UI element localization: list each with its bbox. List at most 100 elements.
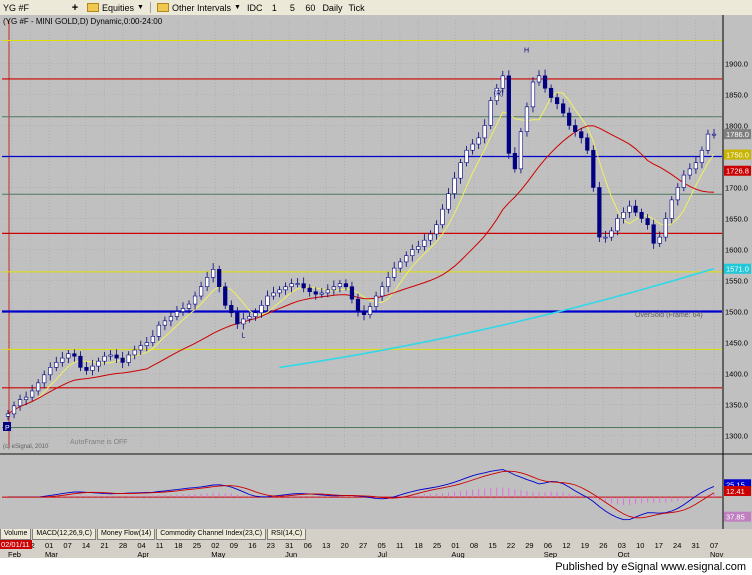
date-tick-label: 06 [304, 541, 312, 550]
date-tick-label: 10 [636, 541, 644, 550]
candle-body [555, 97, 560, 105]
price-tick-label: 1900.0 [725, 59, 748, 68]
candle-body [373, 295, 379, 307]
interval-5-button[interactable]: 5 [284, 2, 300, 13]
candle-body [579, 131, 584, 139]
candle-body [386, 277, 391, 288]
date-tick-label: 14 [82, 541, 90, 550]
candle-body [192, 295, 198, 305]
date-tick-label: 04 [137, 541, 145, 550]
candle-body [132, 349, 137, 356]
candle-body [675, 187, 680, 201]
candle-body [585, 137, 590, 151]
date-tick-label: 17 [655, 541, 663, 550]
candle-body [289, 283, 294, 288]
candle-body [205, 277, 210, 288]
candle-body [591, 149, 596, 188]
first-date-label: 02/01/11 [1, 540, 30, 549]
publisher-label: Published by eSignal www.esignal.com [555, 560, 746, 573]
candle-body [283, 286, 288, 291]
month-label: Sep [544, 550, 557, 558]
candle-body [651, 224, 656, 244]
candle-body [78, 355, 83, 368]
tab-cci[interactable]: Commodity Channel Index(23,C) [156, 529, 267, 540]
price-badge-label: 1786.0 [726, 130, 749, 139]
candle-body [367, 306, 373, 315]
candle-body [705, 133, 711, 151]
candle-body [422, 239, 427, 247]
date-tick-label: 22 [507, 541, 515, 550]
candle-body [108, 354, 113, 357]
indicator-tabs: Volume MACD(12,26,9,C) Money Flow(14) Co… [0, 529, 752, 540]
date-tick-label: 08 [470, 541, 478, 550]
candle-body [223, 286, 228, 306]
candle-body [609, 230, 614, 238]
date-tick-label: 21 [100, 541, 108, 550]
interval-daily-button[interactable]: Daily [320, 2, 344, 13]
chevron-down-icon: ▼ [234, 4, 241, 11]
candle-body [548, 87, 554, 98]
date-tick-label: 29 [525, 541, 533, 550]
date-tick-label: 03 [618, 541, 626, 550]
price-badge-label: 1726.8 [726, 167, 749, 176]
price-tick-label: 1350.0 [725, 401, 748, 410]
price-badge-label: 1750.0 [726, 151, 749, 160]
chevron-down-icon: ▼ [137, 4, 144, 11]
candle-body [355, 298, 361, 312]
tab-money-flow[interactable]: Money Flow(14) [97, 529, 156, 540]
date-tick-label: 16 [248, 541, 256, 550]
candle-body [307, 287, 312, 292]
candle-body [211, 269, 216, 278]
price-tick-label: 1800.0 [725, 121, 748, 130]
date-tick-label: 18 [174, 541, 182, 550]
interval-idc-button[interactable]: IDC [245, 2, 265, 13]
footer: Published by eSignal www.esignal.com [0, 558, 752, 575]
candle-body [343, 283, 349, 288]
interval-60-button[interactable]: 60 [302, 2, 318, 13]
candle-body [416, 246, 421, 250]
other-intervals-menu[interactable]: Other Intervals ▼ [154, 1, 244, 14]
tab-macd[interactable]: MACD(12,26,9,C) [32, 529, 96, 540]
price-chart[interactable]: H (R) L 1900.0 1850.0 1800.0 1750.0 1700.0 1650… [0, 15, 752, 529]
interval-1-button[interactable]: 1 [266, 2, 282, 13]
candle-body [325, 289, 330, 294]
date-tick-label: 25 [433, 541, 441, 550]
macd-badge-label: 12.41 [726, 487, 745, 496]
separator [149, 2, 151, 13]
candle-body [54, 362, 59, 368]
candle-body [30, 390, 35, 398]
p-badge-letter: P [5, 425, 10, 432]
tab-volume[interactable]: Volume [0, 529, 32, 540]
date-tick-label: 19 [581, 541, 589, 550]
equities-menu[interactable]: Equities ▼ [84, 1, 147, 14]
candle-body [102, 355, 107, 362]
date-tick-label: 25 [193, 541, 201, 550]
candle-body [361, 311, 367, 315]
tab-rsi[interactable]: RSI(14,C) [267, 529, 307, 540]
candle-body [530, 81, 536, 108]
candle-body [603, 236, 608, 239]
folder-icon [156, 3, 169, 12]
candle-body [512, 153, 517, 170]
candle-body [331, 286, 336, 291]
candle-body [452, 177, 457, 194]
candle-body [198, 286, 204, 297]
candle-body [72, 353, 77, 357]
toolbar: YG #F + Equities ▼ Other Intervals ▼ IDC… [0, 0, 752, 16]
candle-body [114, 354, 119, 359]
candle-body [150, 336, 155, 343]
candle-body [5, 413, 11, 417]
interval-1-label: 1 [271, 2, 277, 13]
date-tick-label: 20 [341, 541, 349, 550]
candle-body [615, 218, 620, 232]
month-label: Apr [137, 550, 149, 558]
candle-body [84, 367, 89, 371]
candle-body [597, 187, 602, 238]
date-tick-label: 13 [322, 541, 330, 550]
month-label: Jul [377, 550, 387, 558]
interval-tick-button[interactable]: Tick [346, 2, 366, 13]
add-icon[interactable]: + [67, 2, 83, 14]
symbol-field[interactable]: YG #F [0, 1, 66, 14]
candle-body [464, 149, 469, 163]
candle-body [500, 75, 505, 89]
